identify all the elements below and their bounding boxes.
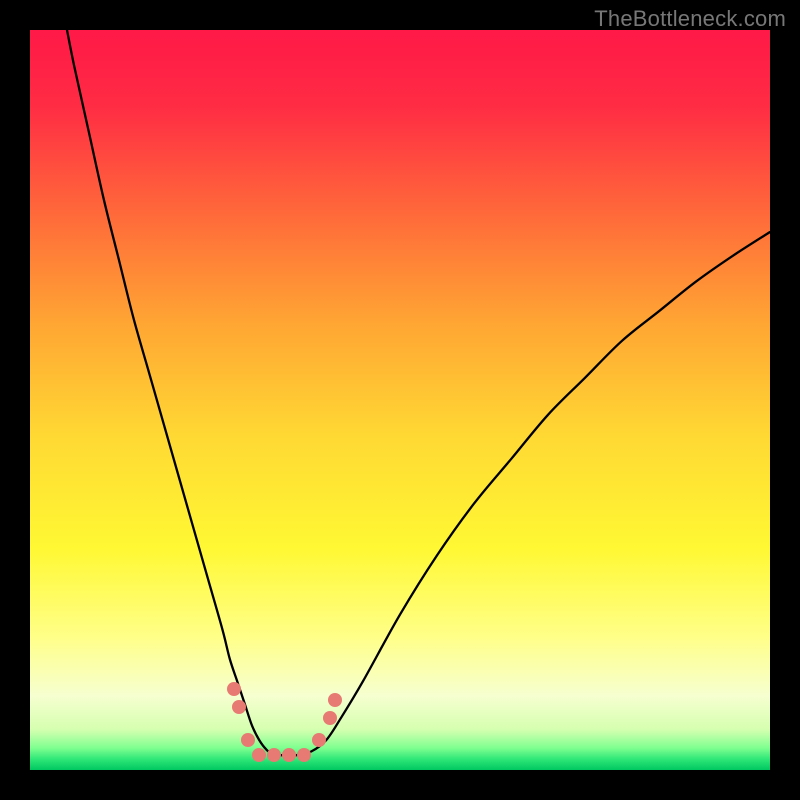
data-marker bbox=[232, 700, 246, 714]
data-marker bbox=[297, 748, 311, 762]
data-marker bbox=[252, 748, 266, 762]
plot-area bbox=[30, 30, 770, 770]
data-marker bbox=[227, 682, 241, 696]
data-marker bbox=[241, 733, 255, 747]
data-marker bbox=[323, 711, 337, 725]
data-marker bbox=[282, 748, 296, 762]
watermark-text: TheBottleneck.com bbox=[594, 6, 786, 32]
data-marker bbox=[267, 748, 281, 762]
bottleneck-curve bbox=[67, 30, 770, 756]
data-marker bbox=[312, 733, 326, 747]
data-marker bbox=[328, 693, 342, 707]
curve-layer bbox=[30, 30, 770, 770]
chart-frame: TheBottleneck.com bbox=[0, 0, 800, 800]
